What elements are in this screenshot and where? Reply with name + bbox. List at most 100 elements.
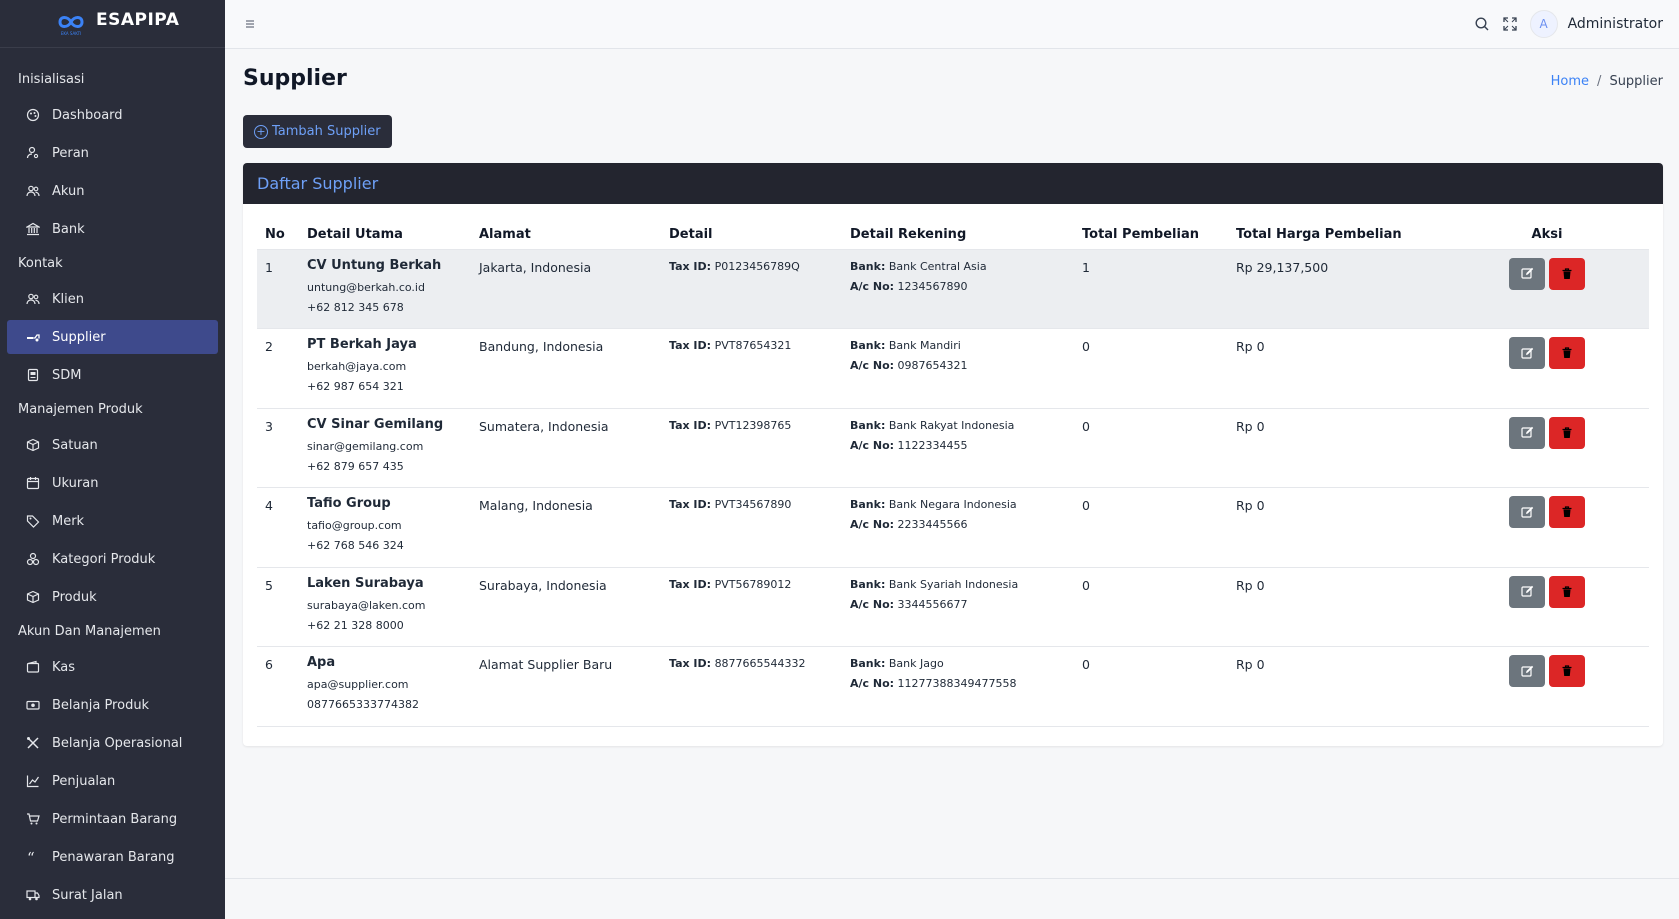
edit-button[interactable] — [1509, 257, 1545, 290]
bank-label: Bank: — [850, 577, 886, 591]
sidebar-item-peran[interactable]: Peran — [7, 136, 218, 170]
sidebar-item-bank[interactable]: Bank — [7, 212, 218, 246]
table-row[interactable]: 4 Tafio Group tafio@group.com +62 768 546 3… — [257, 487, 1649, 568]
sidebar-item-surat-jalan[interactable]: Surat Jalan — [7, 878, 218, 912]
total-purchase: 1 — [1082, 259, 1090, 275]
trash-icon — [1561, 347, 1573, 359]
fullscreen-icon[interactable] — [1502, 16, 1518, 32]
sidebar-item-label: Penawaran Barang — [52, 849, 175, 865]
table-row[interactable]: 3 CV Sinar Gemilang sinar@gemilang.com +62 … — [257, 408, 1649, 488]
supplier-address: Sumatera, Indonesia — [479, 418, 609, 434]
col-header-total-harga[interactable]: Total Harga Pembelian — [1228, 221, 1445, 250]
sidebar-item-merk[interactable]: Merk — [7, 504, 218, 538]
account-label: A/c No: — [850, 438, 895, 452]
cell-total-harga: Rp 0 — [1228, 408, 1445, 488]
supplier-phone: +62 21 328 8000 — [307, 618, 404, 632]
category-icon — [26, 552, 40, 566]
avatar[interactable]: A — [1529, 10, 1558, 38]
sidebar-item-ukuran[interactable]: Ukuran — [7, 466, 218, 500]
sidebar-item-label: Penjualan — [52, 773, 116, 789]
sidebar: EKA SAKTI ESAPIPA Inisialisasi Dashboard P… — [0, 0, 225, 919]
col-header-alamat[interactable]: Alamat — [471, 221, 661, 250]
sidebar-section-inisialisasi: Inisialisasi — [18, 72, 85, 87]
cell-detail-rekening: Bank: Bank Jago A/c No: 11277388349477558 — [842, 646, 1074, 727]
cell-detail-rekening: Bank: Bank Syariah Indonesia A/c No: 3344… — [842, 567, 1074, 647]
cell-detail-rekening: Bank: Bank Rakyat Indonesia A/c No: 11223… — [842, 408, 1074, 488]
account-label: A/c No: — [850, 677, 895, 690]
trash-icon — [1561, 506, 1573, 518]
sidebar-item-produk[interactable]: Produk — [7, 580, 218, 614]
menu-toggle-icon[interactable] — [243, 16, 257, 30]
account-value: 11277388349477558 — [897, 677, 1017, 690]
wallet-icon — [26, 660, 40, 674]
tax-id-value: PVT34567890 — [714, 498, 792, 511]
edit-icon — [1520, 426, 1534, 439]
brand[interactable]: EKA SAKTI ESAPIPA — [0, 0, 225, 48]
sidebar-item-label: Dashboard — [52, 107, 123, 123]
delete-button[interactable] — [1549, 575, 1585, 608]
add-supplier-button[interactable]: + Tambah Supplier — [243, 115, 392, 148]
account-label: A/c No: — [850, 518, 895, 531]
edit-icon — [1520, 267, 1534, 280]
user-name[interactable]: Administrator — [1568, 16, 1663, 32]
box-icon — [26, 590, 40, 604]
tax-id-label: Tax ID: — [669, 577, 712, 591]
sidebar-item-label: Merk — [52, 513, 85, 529]
supplier-email: apa@supplier.com — [307, 678, 409, 691]
sidebar-item-dashboard[interactable]: Dashboard — [7, 98, 218, 132]
page-title: Supplier — [243, 66, 347, 91]
sidebar-item-penjualan[interactable]: Penjualan — [7, 764, 218, 798]
tax-id-label: Tax ID: — [669, 498, 712, 511]
edit-button[interactable] — [1509, 655, 1545, 687]
supplier-email: untung@berkah.co.id — [307, 280, 425, 294]
col-header-no[interactable]: No — [257, 221, 299, 250]
bank-value: Bank Syariah Indonesia — [888, 577, 1019, 591]
sidebar-item-permintaan-barang[interactable]: Permintaan Barang — [7, 802, 218, 836]
sidebar-item-satuan[interactable]: Satuan — [7, 428, 218, 462]
supplier-list-card: Daftar Supplier No Detail Utama Alamat D… — [243, 163, 1663, 746]
supplier-name: Laken Surabaya — [307, 575, 424, 591]
sidebar-item-sdm[interactable]: SDM — [7, 358, 218, 392]
delete-button[interactable] — [1549, 496, 1585, 528]
palette-icon — [26, 108, 40, 122]
sidebar-item-kas[interactable]: Kas — [7, 650, 218, 684]
delete-button[interactable] — [1549, 655, 1585, 687]
bank-label: Bank: — [850, 418, 886, 432]
cell-alamat: Sumatera, Indonesia — [471, 408, 661, 488]
breadcrumb-home-link[interactable]: Home — [1551, 74, 1589, 89]
delete-button[interactable] — [1549, 257, 1585, 290]
edit-button[interactable] — [1509, 575, 1545, 608]
sidebar-item-label: Satuan — [52, 437, 98, 453]
sidebar-item-penawaran-barang[interactable]: “ Penawaran Barang — [7, 840, 218, 874]
total-purchase: 0 — [1082, 577, 1090, 593]
delete-button[interactable] — [1549, 416, 1585, 449]
edit-button[interactable] — [1509, 496, 1545, 528]
delete-button[interactable] — [1549, 337, 1585, 369]
sidebar-item-kategori-produk[interactable]: Kategori Produk — [7, 542, 218, 576]
sidebar-item-supplier[interactable]: Supplier — [7, 320, 218, 354]
sidebar-section-kontak: Kontak — [18, 256, 63, 271]
col-header-total-pembelian[interactable]: Total Pembelian — [1074, 221, 1228, 250]
table-row[interactable]: 6 Apa apa@supplier.com 0877665333774382 Alam… — [257, 646, 1649, 727]
sidebar-item-klien[interactable]: Klien — [7, 282, 218, 316]
table-row[interactable]: 1 CV Untung Berkah untung@berkah.co.id +62 … — [257, 249, 1649, 329]
cell-total-pembelian: 0 — [1074, 328, 1228, 409]
sidebar-item-akun[interactable]: Akun — [7, 174, 218, 208]
edit-button[interactable] — [1509, 416, 1545, 449]
sidebar-item-label: Ukuran — [52, 475, 99, 491]
table-row[interactable]: 5 Laken Surabaya surabaya@laken.com +62 21 … — [257, 567, 1649, 647]
col-header-detail[interactable]: Detail — [661, 221, 842, 250]
sidebar-item-belanja-operasional[interactable]: Belanja Operasional — [7, 726, 218, 760]
sidebar-item-label: Akun — [52, 183, 85, 199]
cell-total-harga: Rp 0 — [1228, 487, 1445, 568]
col-header-detail-rekening[interactable]: Detail Rekening — [842, 221, 1074, 250]
sidebar-item-belanja-produk[interactable]: Belanja Produk — [7, 688, 218, 722]
table-row[interactable]: 2 PT Berkah Jaya berkah@jaya.com +62 987 65… — [257, 328, 1649, 409]
edit-button[interactable] — [1509, 337, 1545, 369]
bank-value: Bank Central Asia — [888, 259, 987, 273]
delivery-truck-icon — [26, 888, 40, 902]
col-header-detail-utama[interactable]: Detail Utama — [299, 221, 471, 250]
search-icon[interactable] — [1474, 16, 1490, 32]
trash-icon — [1561, 585, 1573, 598]
sidebar-item-label: Bank — [52, 221, 85, 237]
